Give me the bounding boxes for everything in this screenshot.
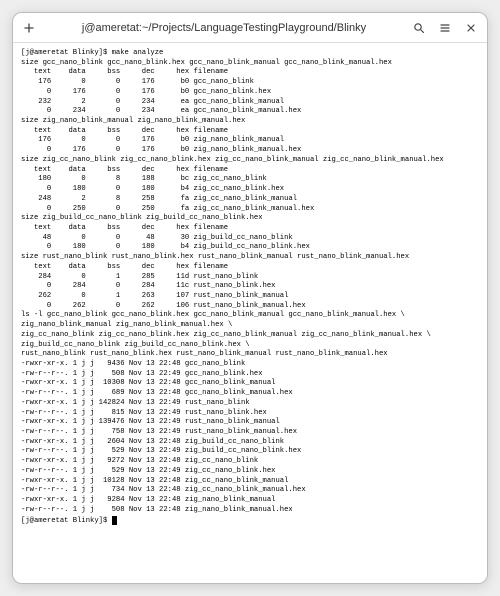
menu-button[interactable] <box>435 18 455 38</box>
new-tab-button[interactable] <box>19 18 39 38</box>
window-title: j@ameretat:~/Projects/LanguageTestingPla… <box>45 22 403 34</box>
prompt-line[interactable]: [j@ameretat Blinky]$ <box>21 517 112 525</box>
terminal-window: j@ameretat:~/Projects/LanguageTestingPla… <box>12 12 488 584</box>
plus-icon <box>23 22 35 34</box>
close-button[interactable] <box>461 18 481 38</box>
terminal-body[interactable]: [j@ameretat Blinky]$ make analyze size g… <box>13 43 487 583</box>
close-icon <box>465 22 477 34</box>
titlebar: j@ameretat:~/Projects/LanguageTestingPla… <box>13 13 487 43</box>
hamburger-icon <box>439 22 451 34</box>
search-icon <box>413 22 425 34</box>
search-button[interactable] <box>409 18 429 38</box>
cursor <box>112 516 117 525</box>
